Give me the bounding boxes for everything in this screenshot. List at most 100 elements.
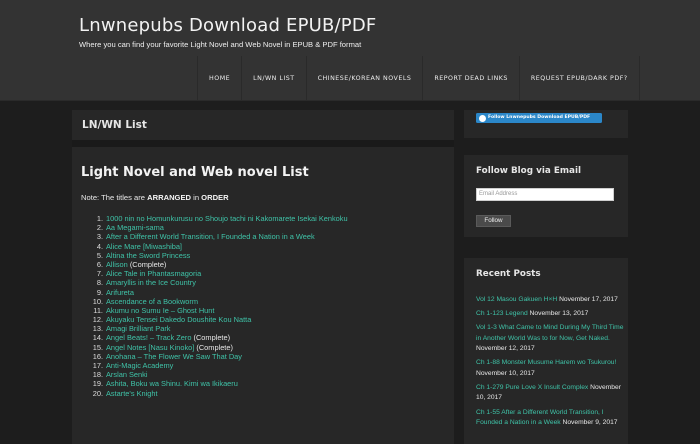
novel-number: 1. [96, 214, 103, 223]
novel-link[interactable]: Amagi Brilliant Park [106, 324, 170, 333]
recent-post-link[interactable]: Ch 1-123 Legend [476, 310, 528, 317]
novel-link[interactable]: Angel Notes [Nasu Kinoko] [106, 343, 194, 352]
novel-list-item: 13. Amagi Brilliant Park [81, 324, 441, 333]
main-nav: HOME LN/WN LIST CHINESE/KOREAN NOVELS RE… [197, 56, 640, 101]
nav-chinese-korean-novels[interactable]: CHINESE/KOREAN NOVELS [305, 56, 423, 101]
note-order: ORDER [201, 193, 229, 202]
novel-link[interactable]: Astarte's Knight [106, 389, 158, 398]
novel-number: 13. [92, 324, 103, 334]
novel-list-item: 4. Alice Mare [Miwashiba] [81, 242, 441, 251]
page-title-bar: LN/WN List [72, 110, 454, 140]
recent-post-item: Vol 1-3 What Came to Mind During My Thir… [476, 323, 624, 354]
novel-number: 14. [92, 333, 103, 343]
novel-link[interactable]: Altina the Sword Princess [106, 251, 190, 260]
novel-list-item: 7. Alice Tale in Phantasmagoria [81, 269, 441, 278]
nav-report-dead-links[interactable]: REPORT DEAD LINKS [422, 56, 519, 101]
novel-list-item: 17. Anti-Magic Academy [81, 361, 441, 370]
recent-post-date: November 17, 2017 [559, 296, 618, 303]
novel-link[interactable]: Angel Beats! – Track Zero [106, 333, 191, 342]
site-header: Lnwnepubs Download EPUB/PDF Where you ca… [0, 0, 700, 101]
content-area: LN/WN List Light Novel and Web novel Lis… [72, 110, 454, 444]
email-widget-title: Follow Blog via Email [476, 166, 581, 176]
recent-post-item: Ch 1-279 Pure Love X Insult Complex Nove… [476, 383, 624, 404]
site-description: Where you can find your favorite Light N… [79, 40, 362, 49]
novel-list-item: 14. Angel Beats! – Track Zero (Complete) [81, 333, 441, 342]
recent-post-link[interactable]: Vol 12 Masou Gakuen H×H [476, 296, 557, 303]
nav-request-epub[interactable]: REQUEST EPUB/DARK PDF? [518, 56, 640, 101]
recent-post-date: November 9, 2017 [562, 419, 618, 427]
novel-link[interactable]: Akumu no Sumu Ie – Ghost Hunt [106, 306, 214, 315]
novel-link[interactable]: Anohana – The Flower We Saw That Day [106, 352, 242, 361]
novel-list-item: 19. Ashita, Boku wa Shinu. Kimi wa Ikikae… [81, 379, 441, 388]
novel-list-item: 15. Angel Notes [Nasu Kinoko] (Complete) [81, 343, 441, 352]
novel-list-item: 16. Anohana – The Flower We Saw That Day [81, 352, 441, 361]
follow-badge-widget: Follow Lnwnepubs Download EPUB/PDF [464, 110, 628, 138]
novel-link[interactable]: Allison [106, 260, 128, 269]
novel-link[interactable]: Ashita, Boku wa Shinu. Kimi wa Ikikaeru [106, 379, 238, 388]
recent-posts-widget: Recent Posts Vol 12 Masou Gakuen H×H Nov… [464, 258, 628, 444]
novel-link[interactable]: Ascendance of a Bookworm [106, 297, 198, 306]
novel-link[interactable]: Anti-Magic Academy [106, 361, 173, 370]
recent-post-item: Ch 1-88 Monster Musume Harem wo Tsukurou… [476, 358, 624, 379]
novel-list-item: 3. After a Different World Transition, I … [81, 232, 441, 241]
novel-number: 16. [92, 351, 103, 361]
novel-number: 4. [96, 241, 103, 251]
novel-link[interactable]: Amaryllis in the Ice Country [106, 278, 196, 287]
novel-number: 2. [96, 223, 103, 233]
novel-list-item: 10. Ascendance of a Bookworm [81, 297, 441, 306]
novel-number: 8. [96, 278, 103, 288]
novel-link[interactable]: After a Different World Transition, I Fo… [106, 232, 315, 241]
novel-list-item: 11. Akumu no Sumu Ie – Ghost Hunt [81, 306, 441, 315]
recent-post-item: Vol 12 Masou Gakuen H×H November 17, 201… [476, 295, 624, 305]
follow-badge-label: Follow Lnwnepubs Download EPUB/PDF [488, 115, 591, 120]
follow-blog-badge-button[interactable]: Follow Lnwnepubs Download EPUB/PDF [476, 113, 602, 123]
novel-status: (Complete) [127, 259, 167, 269]
novel-link[interactable]: Alice Tale in Phantasmagoria [106, 269, 201, 278]
nav-home[interactable]: HOME [197, 56, 241, 101]
note-prefix: Note: The titles are [81, 193, 148, 202]
novel-number: 15. [92, 342, 103, 352]
novel-number: 7. [96, 269, 103, 279]
recent-post-link[interactable]: Ch 1-279 Pure Love X Insult Complex [476, 384, 588, 391]
novel-number: 6. [96, 259, 103, 269]
recent-post-link[interactable]: Ch 1-88 Monster Musume Harem wo Tsukurou… [476, 359, 616, 366]
novel-link[interactable]: Arslan Senki [106, 370, 148, 379]
nav-ln-wn-list[interactable]: LN/WN LIST [241, 56, 306, 101]
site-title-link[interactable]: Lnwnepubs Download EPUB/PDF [79, 15, 376, 36]
novel-link[interactable]: Arifureta [106, 288, 134, 297]
entry-note: Note: The titles are ARRANGED in ORDER [81, 193, 229, 202]
novel-status: (Complete) [191, 333, 231, 343]
novel-link[interactable]: Alice Mare [Miwashiba] [106, 242, 182, 251]
recent-posts-title: Recent Posts [476, 269, 541, 279]
recent-posts-list: Vol 12 Masou Gakuen H×H November 17, 201… [476, 295, 624, 432]
novel-number: 11. [93, 305, 103, 315]
novel-list-item: 12. Akuyaku Tensei Dakedo Doushite Kou Na… [81, 315, 441, 324]
recent-post-date: November 12, 2017 [476, 345, 535, 353]
novel-number: 3. [96, 232, 103, 242]
follow-button[interactable]: Follow [476, 215, 511, 227]
novel-number: 18. [92, 370, 103, 380]
entry-heading: Light Novel and Web novel List [81, 165, 309, 180]
wordpress-icon [479, 114, 486, 122]
entry-content: Light Novel and Web novel List Note: The… [72, 147, 454, 444]
recent-post-item: Ch 1-55 After a Different World Transiti… [476, 408, 624, 429]
novel-number: 12. [92, 315, 103, 325]
recent-post-date: November 10, 2017 [476, 369, 535, 377]
novel-number: 10. [92, 296, 103, 306]
novel-link[interactable]: Akuyaku Tensei Dakedo Doushite Kou Natta [106, 315, 251, 324]
novel-link[interactable]: Aa Megami-sama [106, 223, 164, 232]
novel-number: 5. [96, 250, 103, 260]
novel-list-item: 18. Arslan Senki [81, 370, 441, 379]
recent-post-date: November 13, 2017 [529, 310, 589, 318]
email-field[interactable]: Email Address [476, 188, 614, 201]
email-follow-widget: Follow Blog via Email Email Address Foll… [464, 155, 628, 237]
novel-link[interactable]: 1000 nin no Homunkurusu no Shoujo tachi … [106, 214, 348, 223]
novel-number: 9. [96, 287, 103, 297]
recent-post-link[interactable]: Vol 1-3 What Came to Mind During My Thir… [476, 324, 623, 341]
note-in: in [191, 193, 202, 202]
novel-list-item: 20. Astarte's Knight [81, 389, 441, 398]
novel-number: 19. [92, 379, 103, 389]
novel-status: (Complete) [194, 342, 233, 352]
recent-post-item: Ch 1-123 Legend November 13, 2017 [476, 309, 624, 319]
novel-list-item: 8. Amaryllis in the Ice Country [81, 278, 441, 287]
